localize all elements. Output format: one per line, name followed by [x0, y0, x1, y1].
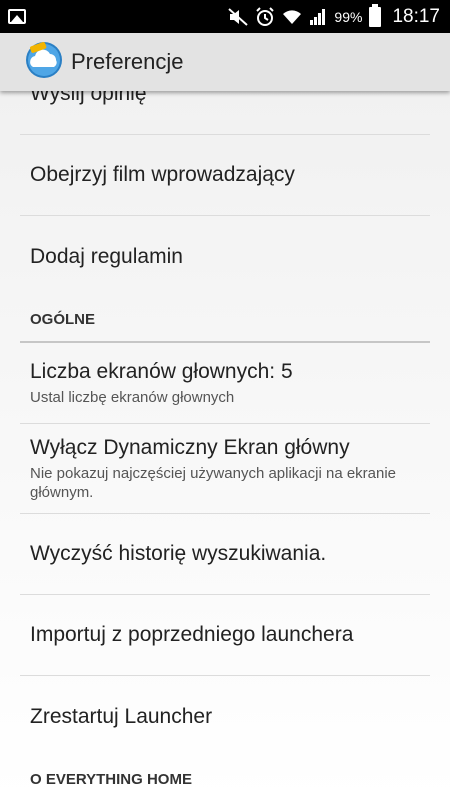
category-title: OGÓLNE	[30, 310, 96, 328]
pref-import-launcher[interactable]: Importuj z poprzedniego launchera	[20, 595, 430, 676]
gallery-icon	[8, 9, 26, 24]
page-title: Preferencje	[71, 49, 184, 74]
pref-watch-intro-video[interactable]: Obejrzyj film wprowadzający	[20, 135, 430, 216]
pref-home-screens-count[interactable]: Liczba ekranów głownych: 5 Ustal liczbę …	[20, 343, 430, 424]
pref-summary: Nie pokazuj najczęściej używanych aplika…	[30, 464, 397, 501]
pref-send-feedback[interactable]: Wyślij opinię	[20, 91, 430, 135]
pref-title: Zrestartuj Launcher	[30, 704, 213, 728]
pref-title: Liczba ekranów głownych: 5	[30, 359, 293, 383]
action-bar: Preferencje	[0, 33, 450, 91]
mute-icon	[228, 7, 249, 26]
pref-title: Wyłącz Dynamiczny Ekran główny	[30, 435, 350, 459]
battery-percentage: 99%	[334, 8, 363, 25]
pref-title: Wyczyść historię wyszukiwania.	[30, 542, 327, 565]
category-title: O EVERYTHING HOME	[30, 770, 192, 788]
preferences-list[interactable]: Wyślij opinię Obejrzyj film wprowadzając…	[0, 91, 450, 800]
pref-title: Importuj z poprzedniego launchera	[30, 623, 354, 646]
pref-clear-search-history[interactable]: Wyczyść historię wyszukiwania.	[20, 514, 430, 595]
alarm-icon	[255, 6, 275, 27]
pref-title: Dodaj regulamin	[30, 244, 183, 268]
pref-disable-dynamic-home[interactable]: Wyłącz Dynamiczny Ekran główny Nie pokaz…	[20, 424, 430, 514]
pref-title: Obejrzyj film wprowadzający	[30, 163, 295, 186]
battery-icon	[369, 3, 382, 27]
pref-title: Wyślij opinię	[30, 91, 147, 105]
category-header-about: O EVERYTHING HOME	[20, 757, 430, 800]
clock: 18:17	[392, 5, 440, 27]
status-bar: 99% 18:17	[0, 0, 450, 33]
pref-add-terms[interactable]: Dodaj regulamin	[20, 216, 430, 297]
pref-summary: Ustal liczbę ekranów głownych	[30, 388, 235, 406]
wifi-icon	[282, 8, 302, 26]
pref-restart-launcher[interactable]: Zrestartuj Launcher	[20, 676, 430, 757]
signal-icon	[309, 8, 327, 26]
everything-home-cloud-icon[interactable]	[24, 40, 71, 85]
category-header-general: OGÓLNE	[20, 297, 430, 343]
